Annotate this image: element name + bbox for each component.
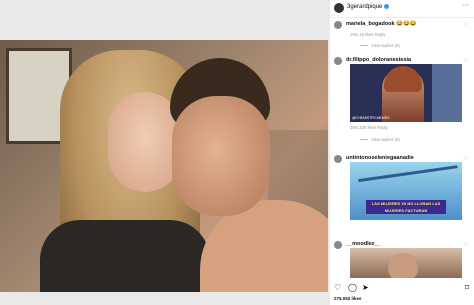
view-replies[interactable]: View replies (6) (360, 43, 400, 48)
view-replies[interactable]: View replies (5) (360, 137, 400, 142)
gif-caption: LAS MUJERES YA NO LLORAN LAS MUJERES FAC… (366, 200, 446, 214)
comment-meta: 19m 225 likes Reply (350, 125, 388, 130)
comment-gif[interactable] (350, 248, 462, 278)
avatar[interactable] (334, 21, 342, 29)
comment-text: 😂😂😂 (396, 21, 417, 27)
comment-line: mariela_bogadook 😂😂😂 (346, 21, 417, 27)
comment-username[interactable]: dr.filippo_doloranestesia (346, 57, 411, 63)
comment-icon[interactable]: ◯ (348, 283, 357, 292)
comment-username[interactable]: untintonoseleniegaanadie (346, 155, 414, 161)
comment-username[interactable]: mariela_bogadook (346, 21, 395, 27)
like-icon[interactable]: ♡ (464, 22, 468, 28)
post-header: 3gerardpique ··· (330, 0, 474, 18)
post-actions: ♡ ◯ ➤ ⌑ (330, 283, 474, 295)
save-icon[interactable]: ⌑ (465, 283, 469, 292)
comment-gif[interactable]: LAS MUJERES YA NO LLORAN LAS MUJERES FAC… (350, 162, 462, 220)
avatar[interactable] (334, 241, 342, 249)
more-icon[interactable]: ··· (462, 2, 469, 9)
like-icon[interactable]: ♡ (464, 58, 468, 64)
man-face (172, 96, 270, 216)
gif-caption: @CHEMISTRY.MEMES (352, 116, 390, 120)
gif-hair (384, 66, 422, 92)
likes-count[interactable]: 275.052 likes (334, 296, 362, 301)
comment-meta: 19m 48 likes Reply (350, 32, 386, 37)
comment-username[interactable]: __moodlez__ (346, 241, 381, 247)
avatar[interactable] (334, 57, 342, 65)
post-username[interactable]: 3gerardpique (347, 4, 390, 10)
like-icon[interactable]: ♡ (464, 242, 468, 248)
heart-icon[interactable]: ♡ (334, 283, 341, 292)
share-icon[interactable]: ➤ (362, 283, 369, 292)
post-photo (0, 40, 328, 292)
avatar[interactable] (334, 155, 342, 163)
like-icon[interactable]: ♡ (464, 156, 468, 162)
comment-gif[interactable]: @CHEMISTRY.MEMES (350, 64, 462, 122)
comments-panel: 3gerardpique ··· mariela_bogadook 😂😂😂 ♡ … (330, 0, 474, 305)
gif-background (432, 64, 462, 122)
woman-shirt (40, 220, 210, 292)
gif-person (388, 253, 418, 278)
avatar[interactable] (334, 3, 344, 13)
verified-icon (384, 4, 390, 9)
